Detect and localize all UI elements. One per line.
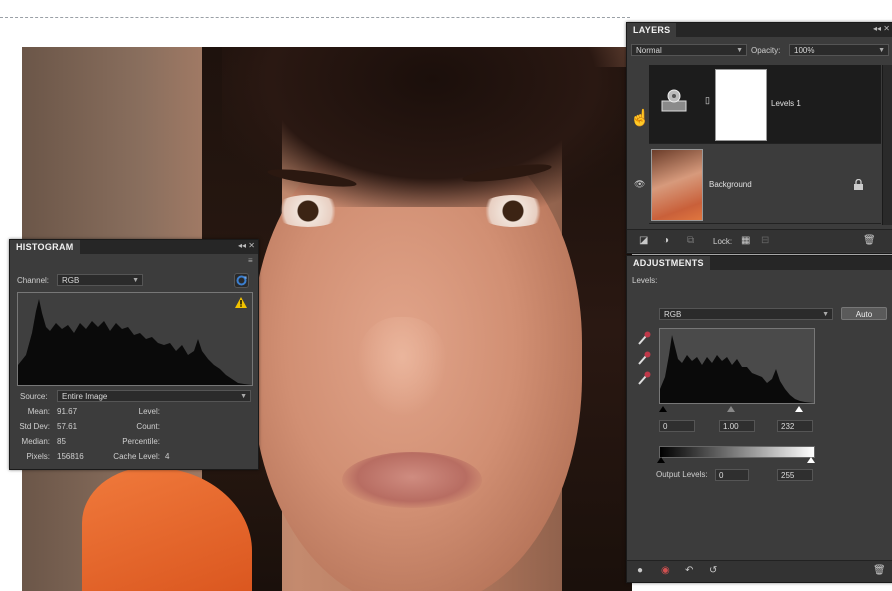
- stat-median-value: 85: [57, 437, 66, 446]
- stat-count-label: Count:: [136, 422, 160, 431]
- input-white-slider[interactable]: [795, 406, 803, 412]
- layers-panel: LAYERS ◂◂ ✕ Normal ▼ Opacity: 100% ▼ ▯ L…: [626, 22, 892, 254]
- lock-icon[interactable]: [853, 178, 864, 193]
- divider-dashed: [0, 17, 630, 18]
- eye-visibility-icon[interactable]: 👁: [634, 179, 645, 189]
- levels-channel-select[interactable]: RGB ▼: [659, 308, 833, 320]
- input-black-slider[interactable]: [659, 406, 667, 412]
- layers-tabbar: LAYERS ◂◂ ✕: [627, 23, 892, 37]
- adjustments-panel: ADJUSTMENTS Levels: RGB ▼ Auto 0 1.00 23…: [626, 255, 892, 583]
- output-gradient-bar: [659, 446, 815, 458]
- histogram-channel-select[interactable]: RGB ▼: [57, 274, 143, 286]
- histogram-tab[interactable]: HISTOGRAM: [10, 240, 80, 254]
- background-thumbnail[interactable]: [651, 149, 703, 221]
- opacity-value: 100%: [794, 46, 815, 55]
- stat-mean-label: Mean:: [27, 407, 50, 416]
- adjustments-subtitle: Levels:: [632, 276, 658, 285]
- new-layer-icon[interactable]: ◪: [639, 236, 648, 246]
- lock-label: Lock:: [713, 237, 733, 246]
- layer-mask-thumbnail[interactable]: [715, 69, 767, 141]
- photo-hair-top: [222, 47, 632, 207]
- black-eyedropper-icon[interactable]: [637, 330, 651, 349]
- stat-pixels-value: 156816: [57, 452, 84, 461]
- stat-stddev-value: 57.61: [57, 422, 78, 431]
- layer-name-background[interactable]: Background: [709, 180, 752, 189]
- layer-row-background[interactable]: Background: [649, 145, 881, 224]
- histogram-graph: [17, 292, 253, 386]
- stat-cache-label: Cache Level:: [113, 452, 160, 461]
- auto-button[interactable]: Auto: [841, 307, 887, 320]
- stat-median-label: Median:: [21, 437, 50, 446]
- output-white-slider[interactable]: [807, 457, 815, 463]
- levels-histogram: [659, 328, 815, 404]
- levels-adjustment-icon: [661, 87, 687, 113]
- photo-lips: [342, 452, 482, 508]
- opacity-select[interactable]: 100% ▼: [789, 44, 889, 56]
- layers-tab[interactable]: LAYERS: [627, 23, 677, 37]
- lock-transparent-icon[interactable]: ▦: [741, 236, 750, 246]
- photo-eye-left: [272, 195, 344, 227]
- histogram-source-select[interactable]: Entire Image ▼: [57, 390, 251, 402]
- white-eyedropper-icon[interactable]: [637, 370, 651, 389]
- layers-window-controls[interactable]: ◂◂ ✕: [873, 23, 890, 35]
- adjustments-tab[interactable]: ADJUSTMENTS: [627, 256, 710, 270]
- chevron-down-icon: ▼: [878, 47, 885, 54]
- blend-mode-select[interactable]: Normal ▼: [631, 44, 747, 56]
- photo-nose: [357, 317, 447, 417]
- previous-state-icon[interactable]: ↶: [685, 566, 693, 576]
- layer-name-levels[interactable]: Levels 1: [771, 99, 801, 108]
- levels-channel-value: RGB: [664, 310, 682, 319]
- output-levels-label: Output Levels:: [656, 470, 708, 479]
- histogram-tabbar: HISTOGRAM ◂◂ ✕: [10, 240, 258, 254]
- histogram-source-value: Entire Image: [62, 392, 108, 401]
- stat-pixels-label: Pixels:: [26, 452, 50, 461]
- histogram-panel: HISTOGRAM ◂◂ ✕ ≡ Channel: RGB ▼ Source: …: [9, 239, 259, 470]
- blend-mode-value: Normal: [636, 46, 662, 55]
- trash-icon[interactable]: 🗑: [873, 566, 886, 576]
- chevron-down-icon: ▼: [132, 277, 139, 284]
- hand-cursor-icon: ☝: [630, 110, 650, 127]
- output-black-field[interactable]: 0: [715, 469, 749, 481]
- output-white-field[interactable]: 255: [777, 469, 813, 481]
- output-black-slider[interactable]: [657, 457, 665, 463]
- chevron-down-icon: ▼: [736, 47, 743, 54]
- stat-stddev-label: Std Dev:: [19, 422, 50, 431]
- photo-eye-right: [477, 195, 549, 227]
- clip-to-layer-icon[interactable]: ●: [637, 566, 643, 576]
- histogram-channel-value: RGB: [62, 276, 80, 285]
- gray-eyedropper-icon[interactable]: [637, 350, 651, 369]
- input-gamma-field[interactable]: 1.00: [719, 420, 755, 432]
- adjustments-toolbar: ● ◉ ↶ ↺ 🗑: [627, 560, 892, 582]
- stat-level-label: Level:: [138, 407, 160, 416]
- chevron-down-icon: ▼: [822, 311, 829, 318]
- visibility-toggle-icon[interactable]: ◉: [661, 566, 670, 576]
- stat-percentile-label: Percentile:: [122, 437, 160, 446]
- adjustment-layer-icon[interactable]: ◑: [663, 236, 669, 246]
- trash-icon[interactable]: 🗑: [863, 236, 876, 246]
- link-chain-icon[interactable]: ▯: [705, 95, 710, 105]
- layer-row-levels[interactable]: ▯ Levels 1: [649, 65, 881, 144]
- link-icon[interactable]: ⧉: [687, 236, 694, 246]
- histogram-source-label: Source:: [20, 392, 48, 401]
- stat-cache-value: 4: [165, 452, 170, 461]
- input-white-field[interactable]: 232: [777, 420, 813, 432]
- adjustments-tabbar: ADJUSTMENTS: [627, 256, 892, 270]
- opacity-label: Opacity:: [751, 46, 781, 55]
- input-black-field[interactable]: 0: [659, 420, 695, 432]
- layers-toolbar: ◪ ◑ ⧉ Lock: ▦ ⊟ 🗑: [627, 229, 892, 252]
- chevron-down-icon: ▼: [240, 393, 247, 400]
- lock-all-icon[interactable]: ⊟: [761, 236, 769, 246]
- layers-scrollbar[interactable]: [882, 65, 892, 225]
- histogram-window-controls[interactable]: ◂◂ ✕: [238, 240, 255, 252]
- reset-icon[interactable]: ↺: [709, 566, 717, 576]
- refresh-icon[interactable]: [234, 273, 249, 288]
- stat-mean-value: 91.67: [57, 407, 78, 416]
- input-gamma-slider[interactable]: [727, 406, 735, 412]
- histogram-channel-label: Channel:: [17, 276, 50, 285]
- warning-icon[interactable]: [235, 297, 247, 310]
- histogram-menu-icon[interactable]: ≡: [248, 256, 253, 265]
